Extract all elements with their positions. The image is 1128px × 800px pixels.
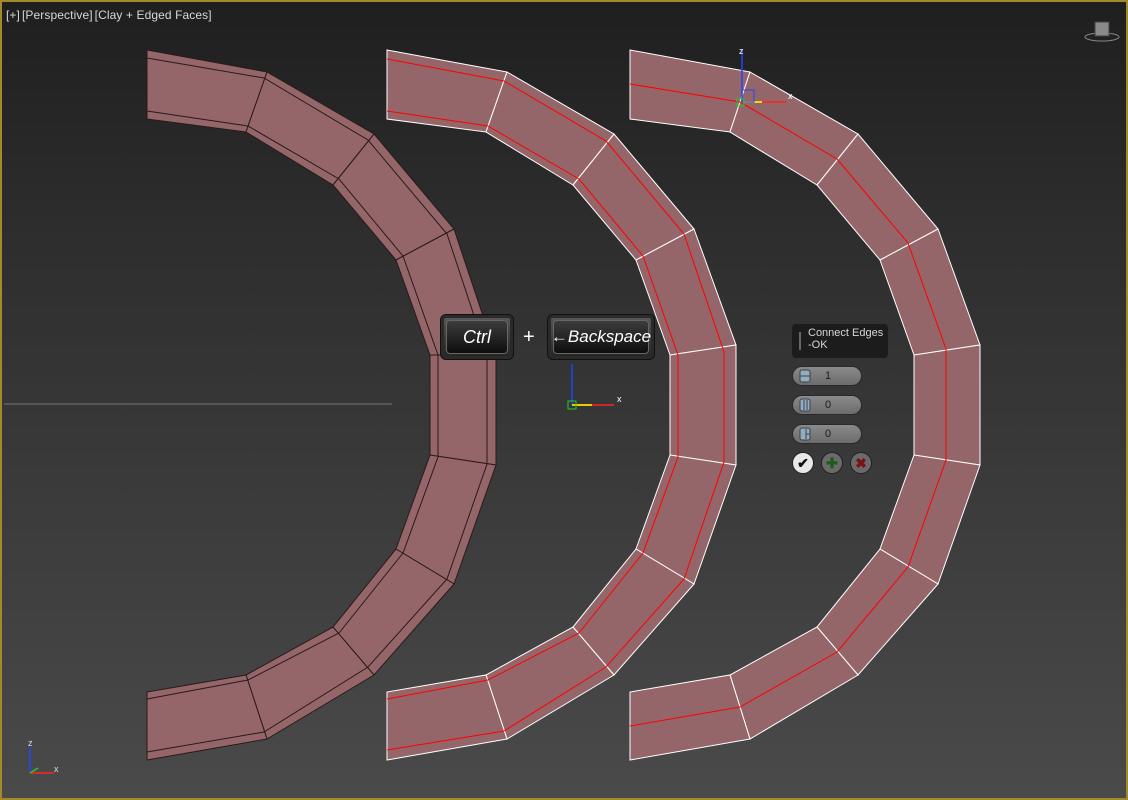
pinch-value[interactable]: 0: [825, 396, 831, 414]
gizmo-selection-x-label: x: [788, 91, 793, 101]
transform-gizmo-center[interactable]: x: [567, 364, 622, 410]
world-axis-tripod: z x: [28, 738, 59, 774]
pinch-spinner[interactable]: 0: [792, 395, 862, 415]
checkmark-icon: ✔: [797, 454, 809, 471]
gizmo-x-label: x: [617, 394, 622, 404]
axis-z-label: z: [28, 738, 33, 748]
segments-spinner[interactable]: 1: [792, 366, 862, 386]
slide-value[interactable]: 0: [825, 425, 831, 443]
ok-button[interactable]: ✔: [792, 452, 814, 474]
segments-value[interactable]: 1: [825, 367, 831, 385]
caddy-title-line2: -OK: [808, 339, 828, 351]
slide-icon: [799, 427, 811, 441]
cancel-button[interactable]: ✖: [850, 452, 872, 474]
backspace-key-label: ←Backspace: [550, 327, 652, 346]
scene-canvas[interactable]: x x z z x: [2, 2, 1128, 800]
viewcube-icon[interactable]: [1084, 20, 1120, 42]
viewport-plus-menu[interactable]: [+]: [6, 8, 20, 22]
ctrl-key-icon: Ctrl: [440, 314, 514, 360]
viewport-label-menu[interactable]: [+] [Perspective] [Clay + Edged Faces]: [6, 8, 214, 22]
plus-icon: ✚: [826, 454, 838, 471]
plus-sign: +: [523, 326, 535, 348]
perspective-viewport[interactable]: x x z z x [+] [Perspective] [Clay + Edged …: [0, 0, 1128, 800]
caddy-title-line1: Connect Edges: [808, 327, 884, 339]
viewport-shading-menu[interactable]: [Clay + Edged Faces]: [95, 8, 212, 22]
arch-mesh-original[interactable]: [146, 49, 497, 761]
axis-x-label: x: [54, 764, 59, 774]
backspace-key-icon: ←Backspace: [547, 314, 655, 360]
connect-edges-caddy-title[interactable]: Connect Edges -OK: [792, 324, 888, 358]
segments-icon: [799, 369, 811, 383]
x-icon: ✖: [855, 454, 867, 471]
gizmo-selection-z-label: z: [739, 46, 744, 56]
slide-spinner[interactable]: 0: [792, 424, 862, 444]
ctrl-key-label: Ctrl: [463, 326, 491, 347]
apply-and-continue-button[interactable]: ✚: [821, 452, 843, 474]
viewport-pov-menu[interactable]: [Perspective]: [22, 8, 93, 22]
pinch-icon: [799, 398, 811, 412]
